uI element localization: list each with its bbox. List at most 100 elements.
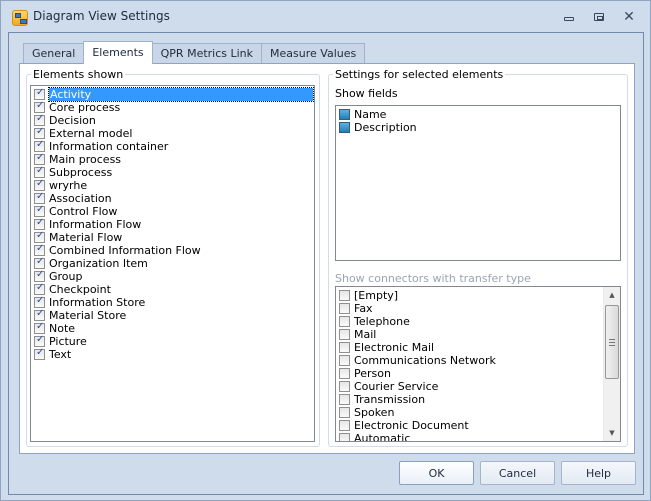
cancel-button[interactable]: Cancel: [480, 461, 555, 485]
list-item-label: Name: [354, 108, 387, 121]
checkbox[interactable]: [34, 230, 45, 243]
connector-list-item[interactable]: Telephone: [336, 315, 602, 328]
elements-checklist[interactable]: ActivityCore processDecisionExternal mod…: [30, 85, 315, 442]
list-item-label: Text: [49, 348, 72, 361]
checkbox[interactable]: [34, 334, 45, 347]
scroll-up-button[interactable]: ▲: [604, 287, 620, 303]
list-item-label: Combined Information Flow: [49, 244, 201, 257]
list-item-label: Material Flow: [49, 231, 123, 244]
checkbox[interactable]: [34, 282, 45, 295]
checkbox[interactable]: [339, 433, 350, 441]
checkbox[interactable]: [34, 178, 45, 191]
element-list-item[interactable]: wryrhe: [31, 178, 314, 192]
connector-list-item[interactable]: Fax: [336, 302, 602, 315]
checkbox[interactable]: [339, 303, 350, 314]
element-list-item[interactable]: Group: [31, 269, 314, 283]
element-list-item[interactable]: Organization Item: [31, 256, 314, 270]
element-list-item[interactable]: External model: [31, 126, 314, 140]
tab-general[interactable]: General: [23, 43, 85, 64]
checkbox[interactable]: [34, 165, 45, 178]
checkbox[interactable]: [34, 295, 45, 308]
minimize-button[interactable]: [559, 9, 579, 25]
list-item-label: Association: [49, 192, 112, 205]
checkbox[interactable]: [34, 139, 45, 152]
element-list-item[interactable]: Material Flow: [31, 230, 314, 244]
checkbox[interactable]: [339, 420, 350, 431]
element-list-item[interactable]: Activity: [31, 87, 314, 102]
element-list-item[interactable]: Decision: [31, 113, 314, 127]
element-list-item[interactable]: Main process: [31, 152, 314, 166]
connector-list-item[interactable]: Electronic Document: [336, 419, 602, 432]
element-list-item[interactable]: Control Flow: [31, 204, 314, 218]
connector-list-item[interactable]: Person: [336, 367, 602, 380]
fields-checklist[interactable]: Name Description: [335, 105, 621, 261]
checkbox[interactable]: [339, 407, 350, 418]
checkbox[interactable]: [339, 316, 350, 327]
connector-list-item[interactable]: Spoken: [336, 406, 602, 419]
element-list-item[interactable]: Association: [31, 191, 314, 205]
element-list-item[interactable]: Subprocess: [31, 165, 314, 179]
list-item-label: Activity: [48, 87, 314, 102]
maximize-icon: [594, 13, 604, 21]
checkbox[interactable]: [34, 321, 45, 334]
scroll-down-button[interactable]: ▼: [604, 425, 620, 441]
list-item-label: Telephone: [354, 315, 410, 328]
element-list-item[interactable]: Note: [31, 321, 314, 335]
checkbox[interactable]: [34, 243, 45, 256]
checkbox[interactable]: [339, 381, 350, 392]
checkbox[interactable]: [34, 204, 45, 217]
checkbox[interactable]: [339, 355, 350, 366]
indeterminate-checkbox[interactable]: [339, 109, 350, 120]
field-list-item[interactable]: Name: [336, 108, 620, 121]
checkbox[interactable]: [339, 342, 350, 353]
title-bar[interactable]: Diagram View Settings ✕: [1, 1, 650, 33]
connector-list-item[interactable]: Communications Network: [336, 354, 602, 367]
field-list-item[interactable]: Description: [336, 121, 620, 134]
element-list-item[interactable]: Information Flow: [31, 217, 314, 231]
tab-measure-values[interactable]: Measure Values: [261, 43, 366, 64]
checkbox[interactable]: [34, 308, 45, 321]
close-button[interactable]: ✕: [619, 9, 639, 25]
checkbox[interactable]: [34, 152, 45, 165]
checkbox[interactable]: [34, 113, 45, 126]
connector-list-item[interactable]: Automatic: [336, 432, 602, 441]
connector-list-item[interactable]: [Empty]: [336, 289, 602, 302]
checkbox[interactable]: [34, 269, 45, 282]
element-list-item[interactable]: Picture: [31, 334, 314, 348]
close-icon: ✕: [623, 9, 635, 25]
maximize-button[interactable]: [589, 9, 609, 25]
ok-button[interactable]: OK: [399, 461, 474, 485]
connectors-scrollbar[interactable]: ▲ ▼: [603, 287, 620, 441]
indeterminate-checkbox[interactable]: [339, 122, 350, 133]
checkbox[interactable]: [339, 329, 350, 340]
help-button[interactable]: Help: [561, 461, 636, 485]
checkbox[interactable]: [34, 217, 45, 230]
connector-list-item[interactable]: Transmission: [336, 393, 602, 406]
arrow-down-icon: ▼: [609, 429, 615, 437]
tab-elements[interactable]: Elements: [83, 41, 153, 64]
element-list-item[interactable]: Text: [31, 347, 314, 361]
connector-list-item[interactable]: Mail: [336, 328, 602, 341]
element-list-item[interactable]: Checkpoint: [31, 282, 314, 296]
tab-qpr-metrics-link[interactable]: QPR Metrics Link: [151, 43, 263, 64]
list-item-label: Electronic Mail: [354, 341, 435, 354]
checkbox[interactable]: [34, 126, 45, 139]
checkbox[interactable]: [339, 368, 350, 379]
element-list-item[interactable]: Information Store: [31, 295, 314, 309]
checkbox[interactable]: [34, 87, 45, 100]
checkbox[interactable]: [339, 394, 350, 405]
element-list-item[interactable]: Core process: [31, 100, 314, 114]
connector-list-item[interactable]: Courier Service: [336, 380, 602, 393]
scroll-thumb[interactable]: [605, 305, 619, 379]
checkbox[interactable]: [339, 290, 350, 301]
list-item-label: Information Store: [49, 296, 146, 309]
element-list-item[interactable]: Combined Information Flow: [31, 243, 314, 257]
element-list-item[interactable]: Information container: [31, 139, 314, 153]
checkbox[interactable]: [34, 100, 45, 113]
connector-list-item[interactable]: Electronic Mail: [336, 341, 602, 354]
checkbox[interactable]: [34, 347, 45, 360]
checkbox[interactable]: [34, 191, 45, 204]
element-list-item[interactable]: Material Store: [31, 308, 314, 322]
checkbox[interactable]: [34, 256, 45, 269]
connectors-checklist[interactable]: [Empty] Fax Telephone Mail Electronic Mail Co…: [335, 286, 621, 442]
